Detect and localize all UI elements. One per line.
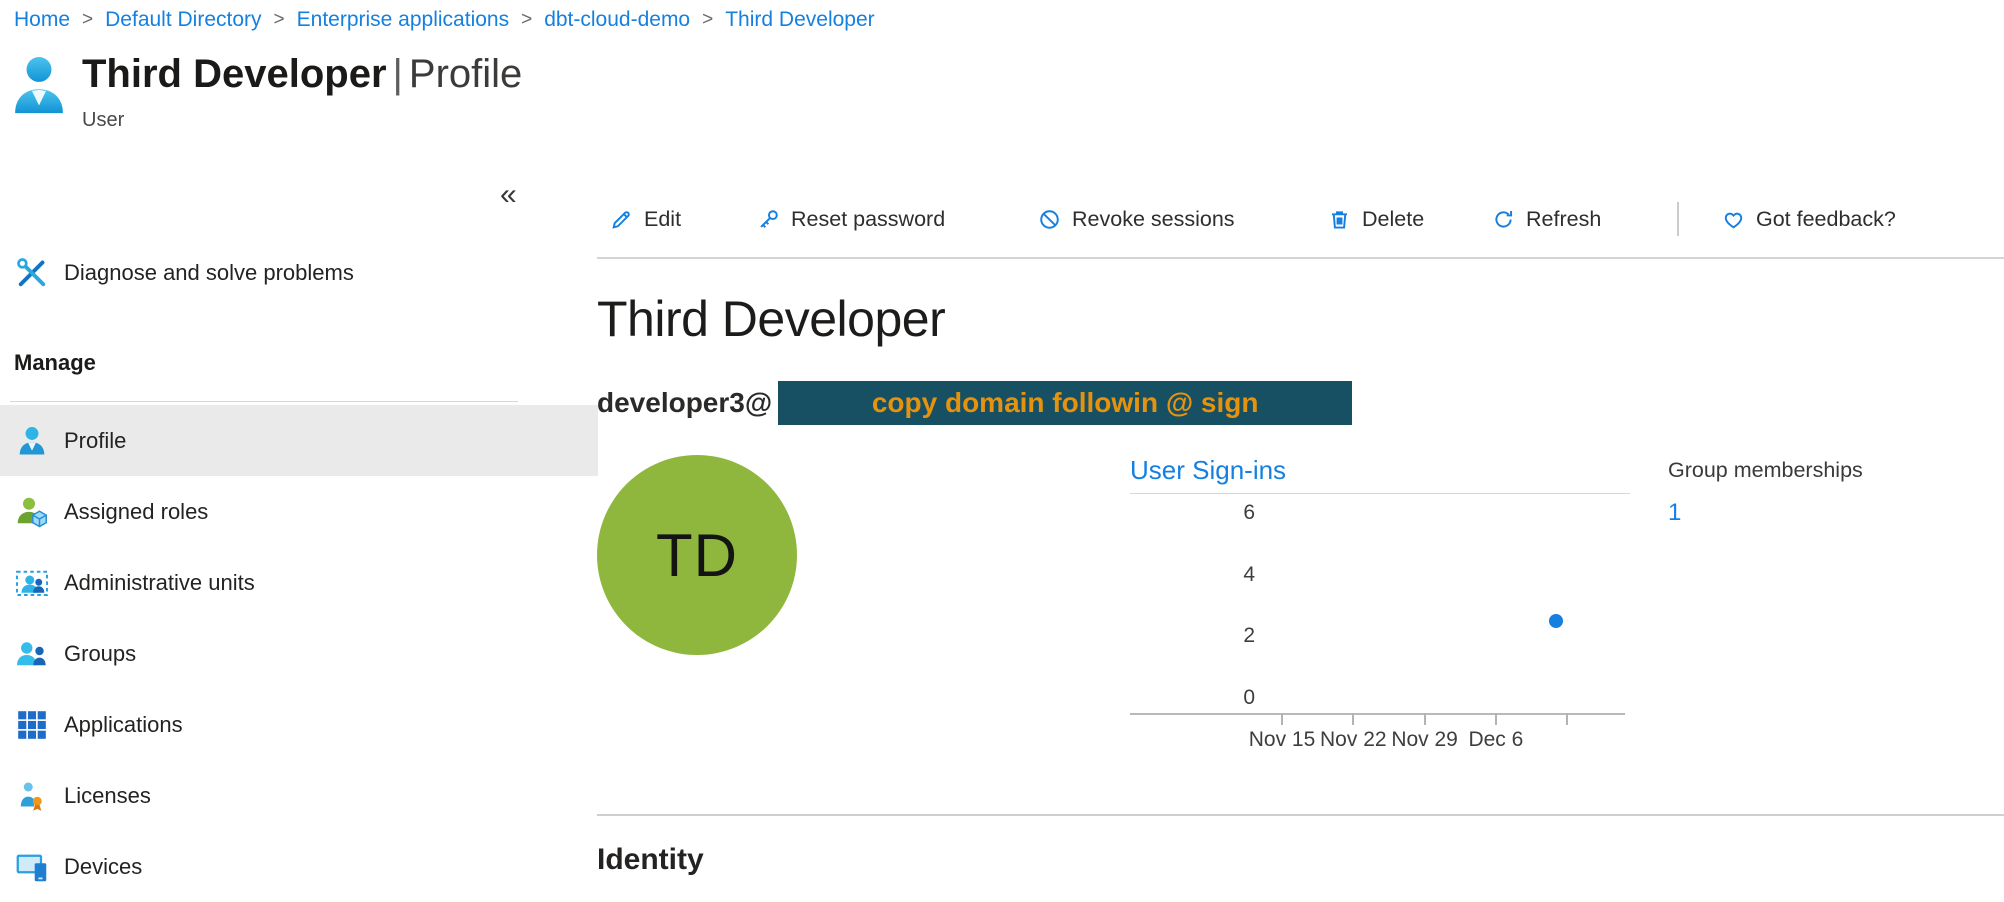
page-title-pipe: | [393,52,403,96]
sidebar-item-label: Assigned roles [64,499,208,525]
user-display-name: Third Developer [597,290,945,348]
group-memberships-count-link[interactable]: 1 [1668,499,1681,527]
refresh-label: Refresh [1526,207,1601,232]
identity-section-heading: Identity [597,843,704,877]
administrative-units-icon [14,565,50,601]
toolbar-divider [1677,202,1679,236]
y-axis-label: 2 [1185,623,1255,649]
delete-button[interactable]: Delete [1328,196,1424,242]
sidebar-item-groups[interactable]: Groups [0,618,598,689]
user-icon [12,52,66,116]
sidebar-item-profile[interactable]: Profile [0,405,598,476]
sidebar-item-label: Diagnose and solve problems [64,260,354,286]
applications-grid-icon [14,707,50,743]
trash-icon [1328,208,1351,231]
breadcrumb: Home > Default Directory > Enterprise ap… [14,8,875,32]
page-title-section: Profile [409,52,522,96]
edit-button[interactable]: Edit [610,196,681,242]
x-axis-line [1130,713,1625,715]
x-tick-mark [1352,713,1354,725]
revoke-sessions-label: Revoke sessions [1072,207,1235,232]
sidebar-divider [10,401,518,402]
breadcrumb-link-dbt-cloud-demo[interactable]: dbt-cloud-demo [544,8,690,32]
toolbar-underline [597,257,2004,259]
data-point [1549,614,1563,628]
page-title: Third Developer|Profile [82,52,522,97]
sidebar: « Diagnose and solve problems Manage Pro… [0,150,598,884]
x-tick-mark [1495,713,1497,725]
sidebar-item-applications[interactable]: Applications [0,689,598,760]
sidebar-item-diagnose-and-solve-problems[interactable]: Diagnose and solve problems [0,245,598,301]
user-principal-name: developer3@ copy domain followin @ sign [597,380,1352,426]
assigned-roles-icon [14,494,50,530]
diagnose-icon [14,255,50,291]
reset-password-button[interactable]: Reset password [757,196,945,242]
y-axis-label: 0 [1185,685,1255,711]
page-subtitle: User [82,109,522,132]
key-icon [757,208,780,231]
x-tick-mark [1281,713,1283,725]
breadcrumb-separator: > [521,9,532,31]
y-axis-label: 6 [1185,500,1255,526]
breadcrumb-link-enterprise-applications[interactable]: Enterprise applications [297,8,509,32]
breadcrumb-separator: > [702,9,713,31]
group-memberships-label: Group memberships [1668,458,1863,483]
sidebar-item-assigned-roles[interactable]: Assigned roles [0,476,598,547]
y-axis-label: 4 [1185,562,1255,588]
edit-label: Edit [644,207,681,232]
x-tick-mark [1424,713,1426,725]
licenses-icon [14,778,50,814]
page-title-name: Third Developer [82,52,387,96]
heart-icon [1722,208,1745,231]
pencil-icon [610,208,633,231]
sidebar-item-label: Devices [64,854,142,880]
breadcrumb-separator: > [82,9,93,31]
refresh-button[interactable]: Refresh [1492,196,1601,242]
group-memberships: Group memberships 1 [1668,458,1863,527]
upn-prefix: developer3@ [597,387,772,419]
got-feedback-label: Got feedback? [1756,207,1896,232]
breadcrumb-link-third-developer[interactable]: Third Developer [725,8,874,32]
x-axis-label: Dec 6 [1451,727,1541,753]
sidebar-item-label: Administrative units [64,570,255,596]
breadcrumb-link-default-directory[interactable]: Default Directory [105,8,261,32]
devices-icon [14,849,50,885]
revoke-sessions-button[interactable]: Revoke sessions [1038,196,1235,242]
sidebar-collapse-button[interactable]: « [500,180,517,210]
sidebar-item-devices[interactable]: Devices [0,831,598,902]
groups-icon [14,636,50,672]
breadcrumb-link-home[interactable]: Home [14,8,70,32]
refresh-icon [1492,208,1515,231]
domain-redaction-overlay: copy domain followin @ sign [778,381,1352,425]
sidebar-item-label: Groups [64,641,136,667]
breadcrumb-separator: > [274,9,285,31]
sidebar-item-label: Applications [64,712,183,738]
block-icon [1038,208,1061,231]
signins-plot: 0246Nov 15Nov 22Nov 29Dec 6 [1130,455,1630,767]
delete-label: Delete [1362,207,1424,232]
sidebar-item-label: Profile [64,428,126,454]
avatar: TD [597,455,797,655]
profile-person-icon [14,423,50,459]
sidebar-section-manage: Manage [14,350,96,376]
x-tick-mark [1566,713,1568,725]
user-signins-chart: User Sign-ins 0246Nov 15Nov 22Nov 29Dec … [1130,455,1630,767]
sidebar-item-administrative-units[interactable]: Administrative units [0,547,598,618]
sidebar-item-licenses[interactable]: Licenses [0,760,598,831]
got-feedback-button[interactable]: Got feedback? [1722,196,1896,242]
section-divider [597,814,2004,816]
reset-password-label: Reset password [791,207,945,232]
sidebar-item-label: Licenses [64,783,151,809]
page-header: Third Developer|Profile User [12,52,522,132]
